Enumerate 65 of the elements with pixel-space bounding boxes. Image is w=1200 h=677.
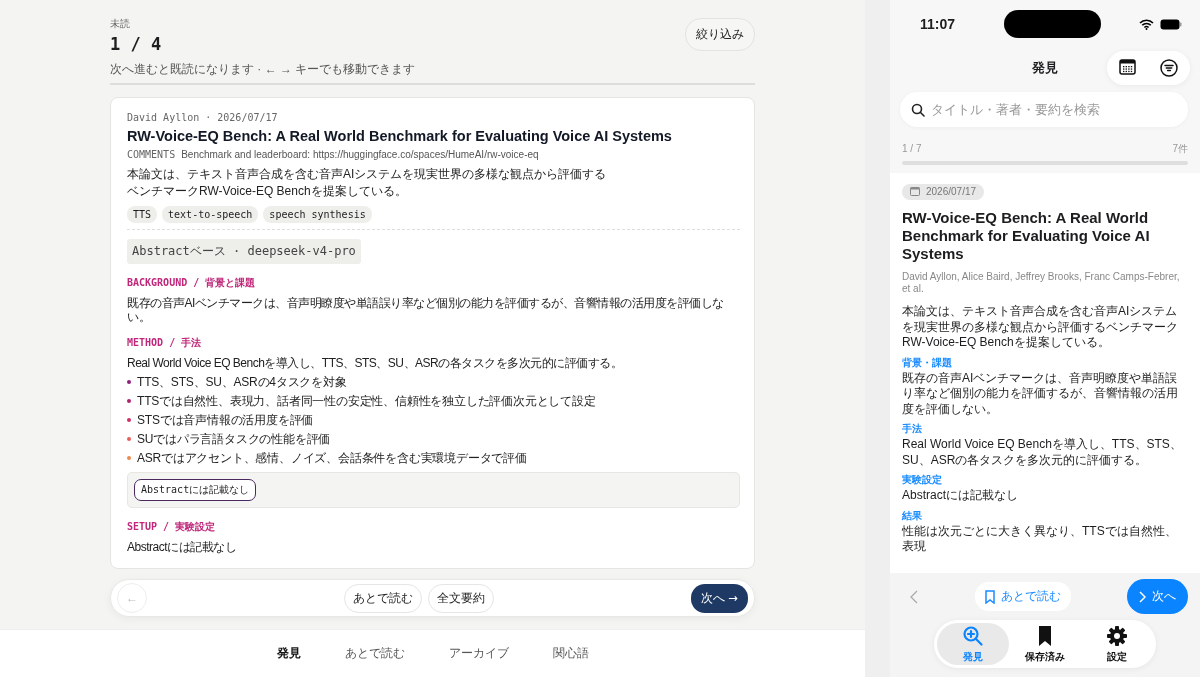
tag[interactable]: TTS (127, 206, 158, 223)
unread-label: 未読 (110, 18, 131, 30)
chevron-right-icon (1139, 590, 1146, 603)
tab[interactable]: あとで読む (322, 639, 427, 668)
section-text: Real World Voice EQ Benchを導入し、TTS、STS、SU、ASRの各タスクを多次元的に評価する。 (127, 356, 624, 370)
paper-summary: 本論文は、テキスト音声合成を含む音声AIシステムを現実世界の多様な観点から評価するベンチマークRW-Voice-EQ Benchを提案している。 (902, 304, 1179, 351)
paper-authors: David Ayllon, Alice Baird, Jeffrey Brooks, Franc Camps-Febrer, et al. (902, 271, 1181, 295)
section-heading: 結果 (902, 509, 923, 522)
comments-text: Benchmark and leaderboard: https://huggingface.co/spaces/HumeAI/rw-voice-eq (181, 149, 539, 161)
date-chip: 2026/07/17 (902, 183, 985, 200)
note-pill: Abstractには記載なし (134, 479, 257, 501)
section-text: Abstractには記載なし (902, 488, 1019, 504)
calendar-button[interactable] (1119, 59, 1136, 77)
section-heading: 実験設定 (902, 474, 943, 486)
full-summary-button[interactable]: 全文要約 (427, 583, 494, 613)
bookmark-icon (1037, 624, 1053, 647)
paper-title: RW-Voice-EQ Bench: A Real World Benchmark for Evaluating Voice AI Systems (902, 209, 1151, 263)
count-label: 7件 (1172, 143, 1188, 155)
filter-button[interactable] (1160, 59, 1178, 77)
tag[interactable]: speech synthesis (263, 206, 372, 223)
screen-title: 発見 (1032, 60, 1058, 75)
section-text: 既存の音声AIベンチマークは、音声明瞭度や単語誤り率など個別の能力を評価するが、音響情報の活用度を評価しない。 (902, 370, 1179, 417)
tab[interactable]: アーカイブ (426, 639, 531, 668)
tab[interactable]: 関心語 (530, 639, 611, 668)
tab[interactable]: 設定 (1081, 623, 1153, 665)
status-time: 11:07 (920, 16, 957, 32)
next-button[interactable]: 次へ → (690, 583, 748, 613)
wifi-icon (1139, 18, 1154, 30)
paper-meta: David Ayllon · 2026/07/17 (127, 112, 279, 123)
section-text: 既存の音声AIベンチマークは、音声明瞭度や単語誤り率など個別の能力を評価するが、音響情報の活用度を評価しない。 (127, 296, 725, 324)
settings-icon (1106, 624, 1128, 647)
bullet-text: SUではパラ言語タスクの性能を評価 (137, 432, 331, 446)
calendar-icon (1119, 59, 1136, 75)
bullet-text: TTS、STS、SU、ASRの4タスクを対象 (137, 375, 347, 389)
section-heading: METHOD / 手法 (127, 337, 203, 349)
next-button[interactable]: 次へ (1127, 579, 1188, 614)
position-label: 1 / 7 (902, 143, 922, 155)
tab[interactable]: 保存済み (1009, 623, 1081, 665)
bullet-text: TTSでは自然性、表現力、話者同一性の安定性、信頼性を独立した評価次元として設定 (137, 394, 596, 408)
page-counter: 1 / 4 (110, 34, 162, 54)
search-field[interactable]: タイトル・著者・要約を検索 (900, 92, 1188, 127)
paper-summary: 本論文は、テキスト音声合成を含む音声AIシステムを現実世界の多様な観点から評価するベンチマークRW-Voice-EQ Benchを提案している。 (127, 166, 608, 200)
search-icon (962, 624, 984, 647)
battery-icon (1160, 18, 1182, 30)
tag[interactable]: text-to-speech (162, 206, 259, 223)
filter-button[interactable]: 絞り込み (685, 18, 755, 51)
section-heading: SETUP / 実験設定 (127, 521, 217, 533)
source-badge: Abstractベース · deepseek-v4-pro (127, 239, 361, 264)
read-later-button[interactable]: あとで読む (343, 583, 422, 613)
tab[interactable]: 発見 (254, 639, 323, 668)
section-text: Real World Voice EQ Benchを導入し、TTS、STS、SU、ASRの各タスクを多次元的に評価する。 (902, 437, 1183, 468)
paper-title: RW-Voice-EQ Bench: A Real World Benchmark for Evaluating Voice AI Systems (127, 127, 673, 145)
section-heading: 背景・課題 (902, 356, 953, 369)
bullet-text: ASRではアクセント、感情、ノイズ、会話条件を含む実環境データで評価 (137, 451, 527, 465)
section-text: Abstractには記載なし (127, 540, 237, 554)
section-text: 性能は次元ごとに大きく異なり、TTSでは自然性、表現 (902, 523, 1178, 555)
read-later-button[interactable]: あとで読む (974, 582, 1071, 611)
comments-label: COMMENTS (127, 149, 176, 161)
bullet-text: STSでは音声情報の活用度を評価 (137, 413, 314, 427)
bookmark-icon (984, 589, 995, 604)
section-heading: 手法 (902, 423, 923, 435)
calendar-icon (910, 187, 920, 196)
hint-text: 次へ進むと既読になります · ← → キーでも移動できます (110, 62, 755, 85)
filter-icon (1160, 59, 1178, 77)
section-heading: BACKGROUND / 背景と課題 (127, 277, 257, 289)
